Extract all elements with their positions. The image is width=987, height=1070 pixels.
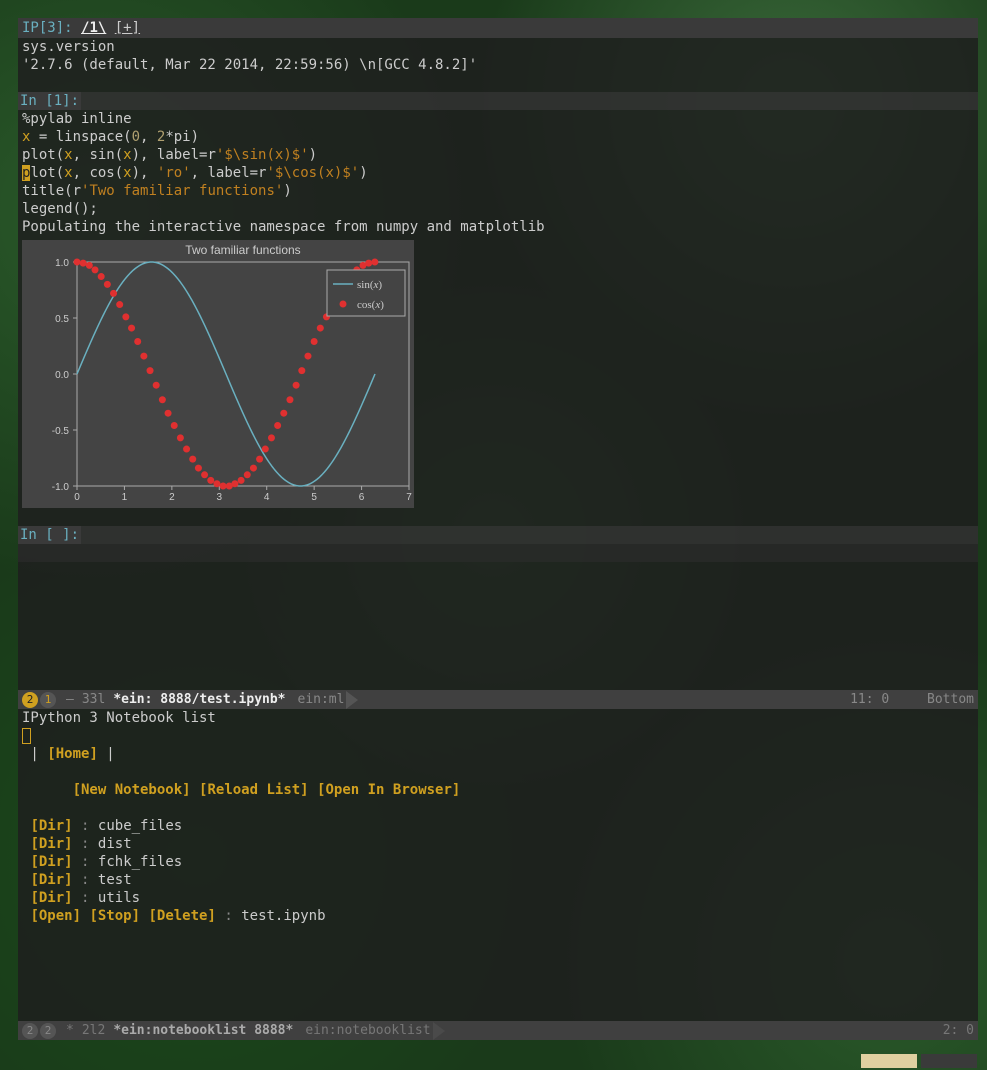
svg-text:0.0: 0.0 [55,370,69,381]
svg-text:cos(x): cos(x) [357,299,384,311]
output-text: sys.version [18,38,978,56]
chevron-icon [346,691,358,709]
code-line[interactable]: legend(); [18,200,978,218]
dir-name[interactable]: dist [98,836,132,852]
ip-label: IP[3]: [22,20,73,36]
taskbar [861,1054,977,1068]
dir-name[interactable]: utils [98,890,140,906]
svg-text:4: 4 [264,492,270,503]
list-item: [Dir] : utils [18,889,978,907]
major-mode: ein:notebooklist [305,1021,430,1040]
dir-name[interactable]: test [98,872,132,888]
svg-text:1: 1 [122,492,128,503]
list-item: [Dir] : dist [18,835,978,853]
new-notebook-button[interactable]: [New Notebook] [73,782,191,798]
delete-button[interactable]: [Delete] [148,908,215,924]
stop-button[interactable]: [Stop] [89,908,140,924]
dir-label[interactable]: [Dir] [30,818,72,834]
svg-text:Two familiar functions: Two familiar functions [185,243,300,257]
svg-text:1.0: 1.0 [55,258,69,269]
dir-label[interactable]: [Dir] [30,872,72,888]
svg-text:3: 3 [217,492,223,503]
cell-prompt: In [ ]: [18,526,81,544]
modeline-top: 2 1 — 33l *ein: 8888/test.ipynb* ein:ml … [18,690,978,709]
code-line[interactable]: x = linspace(0, 2*pi) [18,128,978,146]
badge-icon: 2 [22,692,38,708]
svg-text:2: 2 [169,492,175,503]
open-in-browser-button[interactable]: [Open In Browser] [317,782,460,798]
tab-current[interactable]: /1\ [81,20,106,36]
list-item: [Open] [Stop] [Delete] : test.ipynb [18,907,978,925]
list-item: [Dir] : cube_files [18,817,978,835]
output-text: '2.7.6 (default, Mar 22 2014, 22:59:56) … [18,56,978,74]
svg-text:-1.0: -1.0 [52,482,70,493]
dir-name[interactable]: fchk_files [98,854,182,870]
svg-text:sin(x): sin(x) [357,279,382,291]
nblist-title: IPython 3 Notebook list [18,709,978,727]
cursor [22,728,31,744]
taskbar-button[interactable] [921,1054,977,1068]
modeline-bottom: 2 2 * 2l2 *ein:notebooklist 8888* ein:no… [18,1021,978,1040]
code-line[interactable]: plot(x, sin(x), label=r'$\sin(x)$') [18,146,978,164]
svg-text:0.5: 0.5 [55,314,69,325]
list-item: [Dir] : test [18,871,978,889]
svg-text:7: 7 [406,492,412,503]
dir-label[interactable]: [Dir] [30,836,72,852]
code-line[interactable]: %pylab inline [18,110,978,128]
notebooklist-pane[interactable]: IPython 3 Notebook list | [Home] | [New … [18,709,978,1021]
buffer-name: *ein: 8888/test.ipynb* [113,690,285,709]
dir-label[interactable]: [Dir] [30,890,72,906]
tab-bar: IP[3]: /1\ [+] [18,18,978,38]
tab-new[interactable]: [+] [115,20,140,36]
svg-text:6: 6 [359,492,365,503]
taskbar-button[interactable] [861,1054,917,1068]
buffer-name: *ein:notebooklist 8888* [113,1021,293,1040]
dir-label[interactable]: [Dir] [30,854,72,870]
svg-text:0: 0 [74,492,80,503]
reload-list-button[interactable]: [Reload List] [199,782,309,798]
dir-name[interactable]: cube_files [98,818,182,834]
breadcrumb: | [Home] | [18,745,978,763]
home-link[interactable]: [Home] [47,746,98,762]
empty-cell[interactable] [18,544,978,562]
notebook-editor-pane[interactable]: IP[3]: /1\ [+] sys.version '2.7.6 (defau… [18,18,978,690]
svg-text:5: 5 [311,492,317,503]
badge-icon: 2 [22,1023,38,1039]
open-button[interactable]: [Open] [30,908,81,924]
badge-icon: 2 [40,1023,56,1039]
code-line[interactable]: title(r'Two familiar functions') [18,182,978,200]
major-mode: ein:ml [298,690,345,709]
output-text: Populating the interactive namespace fro… [18,218,978,236]
badge-icon: 1 [40,692,56,708]
list-item: [Dir] : fchk_files [18,853,978,871]
plot-output: Two familiar functions -1.0 -0.5 0.0 0.5 1.0 0… [22,240,414,508]
code-line[interactable]: plot(x, cos(x), 'ro', label=r'$\cos(x)$'… [18,164,978,182]
chevron-icon [433,1022,445,1040]
svg-text:-0.5: -0.5 [52,426,70,437]
cell-prompt: In [1]: [18,92,81,110]
file-name[interactable]: test.ipynb [241,908,325,924]
